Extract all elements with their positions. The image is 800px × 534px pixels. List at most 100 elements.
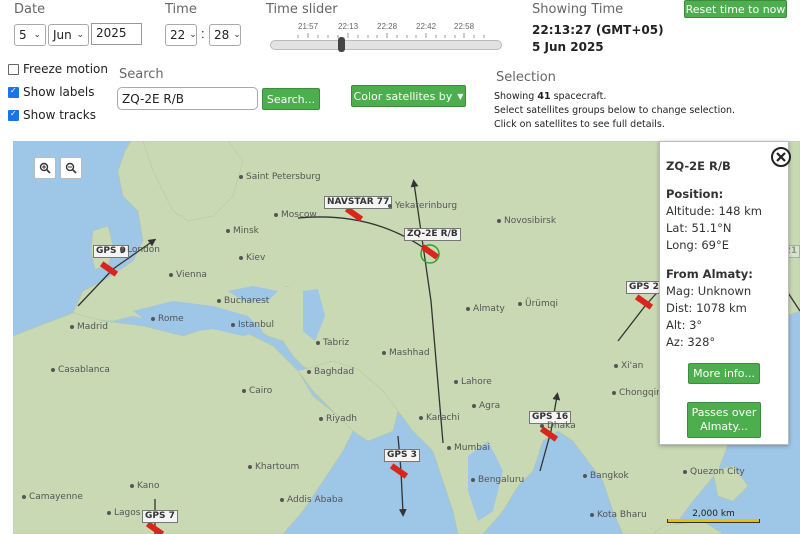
show-labels-checkbox[interactable]: Show labels: [8, 85, 94, 99]
city-label: Khartoum: [247, 462, 300, 472]
color-button-label: Color satellites by: [353, 89, 453, 103]
time-separator: :: [201, 26, 205, 41]
checkbox-box: [8, 86, 19, 98]
city-label: Dhaka: [540, 421, 576, 431]
popup-azimuth: Az: 328°: [666, 335, 716, 349]
city-label: Novosibirsk: [496, 216, 557, 226]
slider-thumb[interactable]: [338, 37, 346, 52]
passes-over-button[interactable]: Passes over Almaty...: [687, 402, 761, 438]
freeze-motion-checkbox[interactable]: Freeze motion: [8, 62, 108, 76]
popup-latitude: Lat: 51.1°N: [666, 221, 732, 235]
scale-label: 2,000 km: [692, 509, 735, 519]
city-label: Xi'an: [613, 361, 644, 371]
satellite-label[interactable]: GPS 3: [384, 449, 420, 462]
city-label: Mumbai: [447, 443, 490, 453]
color-satellites-button[interactable]: Color satellites by ▼: [351, 85, 466, 107]
city-label: Yekaterinburg: [387, 201, 458, 211]
city-label: Quezon City: [683, 467, 745, 477]
hour-select[interactable]: 22 ⌄: [165, 24, 197, 46]
scale-line: [667, 519, 760, 523]
minute-select[interactable]: 28 ⌄: [209, 24, 241, 46]
popup-magnitude: Mag: Unknown: [666, 284, 752, 298]
popup-altitude: Altitude: 148 km: [666, 204, 762, 218]
reset-time-button[interactable]: Reset time to now: [684, 0, 787, 18]
city-label: Bucharest: [216, 296, 270, 306]
city-label: Saint Petersburg: [239, 172, 321, 182]
popup-distance: Dist: 1078 km: [666, 301, 747, 315]
city-label: Rome: [151, 314, 184, 324]
city-label: Camayenne: [22, 492, 83, 502]
city-label: Madrid: [70, 322, 108, 332]
checkbox-box: [8, 63, 19, 75]
city-label: Vienna: [169, 270, 207, 280]
showing-time-label: Showing Time: [532, 2, 624, 17]
freeze-motion-label: Freeze motion: [23, 62, 108, 76]
satellite-label[interactable]: NAVSTAR 77: [324, 196, 393, 209]
popup-elevation: Alt: 3°: [666, 318, 703, 332]
city-label: Bangkok: [583, 471, 629, 481]
selection-label: Selection: [496, 70, 556, 85]
city-label: Agra: [471, 401, 501, 411]
day-select[interactable]: 5 ⌄: [14, 24, 46, 46]
popup-position-header: Position:: [666, 187, 724, 201]
city-label: Riyadh: [318, 414, 358, 424]
passes-line-1: Passes over: [691, 406, 757, 419]
checkbox-box: [8, 109, 19, 121]
search-button[interactable]: Search...: [262, 88, 320, 110]
slider-ticks: [297, 33, 485, 38]
city-label: Kiev: [238, 253, 266, 263]
city-label: Bengaluru: [470, 475, 525, 485]
close-icon: [776, 152, 786, 162]
passes-line-2: Almaty...: [700, 420, 748, 433]
more-info-button[interactable]: More info...: [688, 363, 760, 384]
chevron-down-icon: ⌄: [33, 30, 41, 40]
hour-value: 22: [170, 28, 186, 42]
selection-hint: Select satellites groups below to change…: [494, 105, 736, 116]
city-label: Lahore: [454, 377, 492, 387]
map-scale-bar: 2,000 km: [667, 509, 760, 523]
city-label: Minsk: [226, 226, 259, 236]
show-labels-label: Show labels: [23, 85, 95, 99]
search-input[interactable]: ZQ-2E R/B: [117, 87, 258, 110]
slider-tick-label: 22:28: [377, 22, 398, 31]
city-label: Moscow: [274, 210, 317, 220]
slider-tick-label: 21:57: [298, 22, 319, 31]
city-label: Casablanca: [51, 365, 110, 375]
time-slider-label: Time slider: [266, 2, 338, 17]
year-input[interactable]: 2025: [91, 23, 142, 45]
city-label: Mashhad: [382, 348, 430, 358]
satellite-label[interactable]: GPS 9: [93, 245, 129, 258]
caret-down-icon: ▼: [457, 91, 464, 101]
time-slider[interactable]: 21:57 22:13 22:28 22:42 22:58: [270, 22, 502, 52]
city-label: Istanbul: [230, 320, 275, 330]
selection-suffix: spacecraft.: [550, 91, 607, 102]
showing-date-value: 5 Jun 2025: [532, 40, 604, 54]
slider-tick-label: 22:13: [338, 22, 359, 31]
zoom-in-icon: [39, 162, 51, 174]
time-label: Time: [165, 2, 197, 17]
slider-tick-label: 22:42: [416, 22, 437, 31]
zoom-out-icon: [65, 162, 77, 174]
satellite-label[interactable]: ZQ-2E R/B: [404, 228, 461, 241]
city-label: Karachi: [419, 413, 460, 423]
chevron-down-icon: ⌄: [233, 30, 241, 40]
zoom-in-button[interactable]: [34, 157, 56, 179]
close-popup-button[interactable]: [771, 147, 791, 167]
show-tracks-checkbox[interactable]: Show tracks: [8, 108, 96, 122]
month-select[interactable]: Jun ⌄: [48, 24, 89, 46]
city-label: London: [120, 245, 160, 255]
popup-longitude: Long: 69°E: [666, 238, 730, 252]
selection-prefix: Showing: [494, 91, 538, 102]
spacecraft-count: 41: [537, 91, 551, 102]
city-label: Tabriz: [315, 338, 350, 348]
chevron-down-icon: ⌄: [189, 30, 197, 40]
minute-value: 28: [214, 28, 230, 42]
zoom-out-button[interactable]: [60, 157, 82, 179]
city-label: Lagos: [106, 508, 141, 518]
selection-count-text: Showing 41 spacecraft.: [494, 91, 606, 102]
day-value: 5: [19, 28, 27, 42]
slider-track[interactable]: [270, 40, 502, 50]
month-value: Jun: [53, 28, 72, 42]
satellite-label[interactable]: GPS 7: [142, 510, 178, 523]
selection-hint-2: Click on satellites to see full details.: [494, 119, 665, 130]
